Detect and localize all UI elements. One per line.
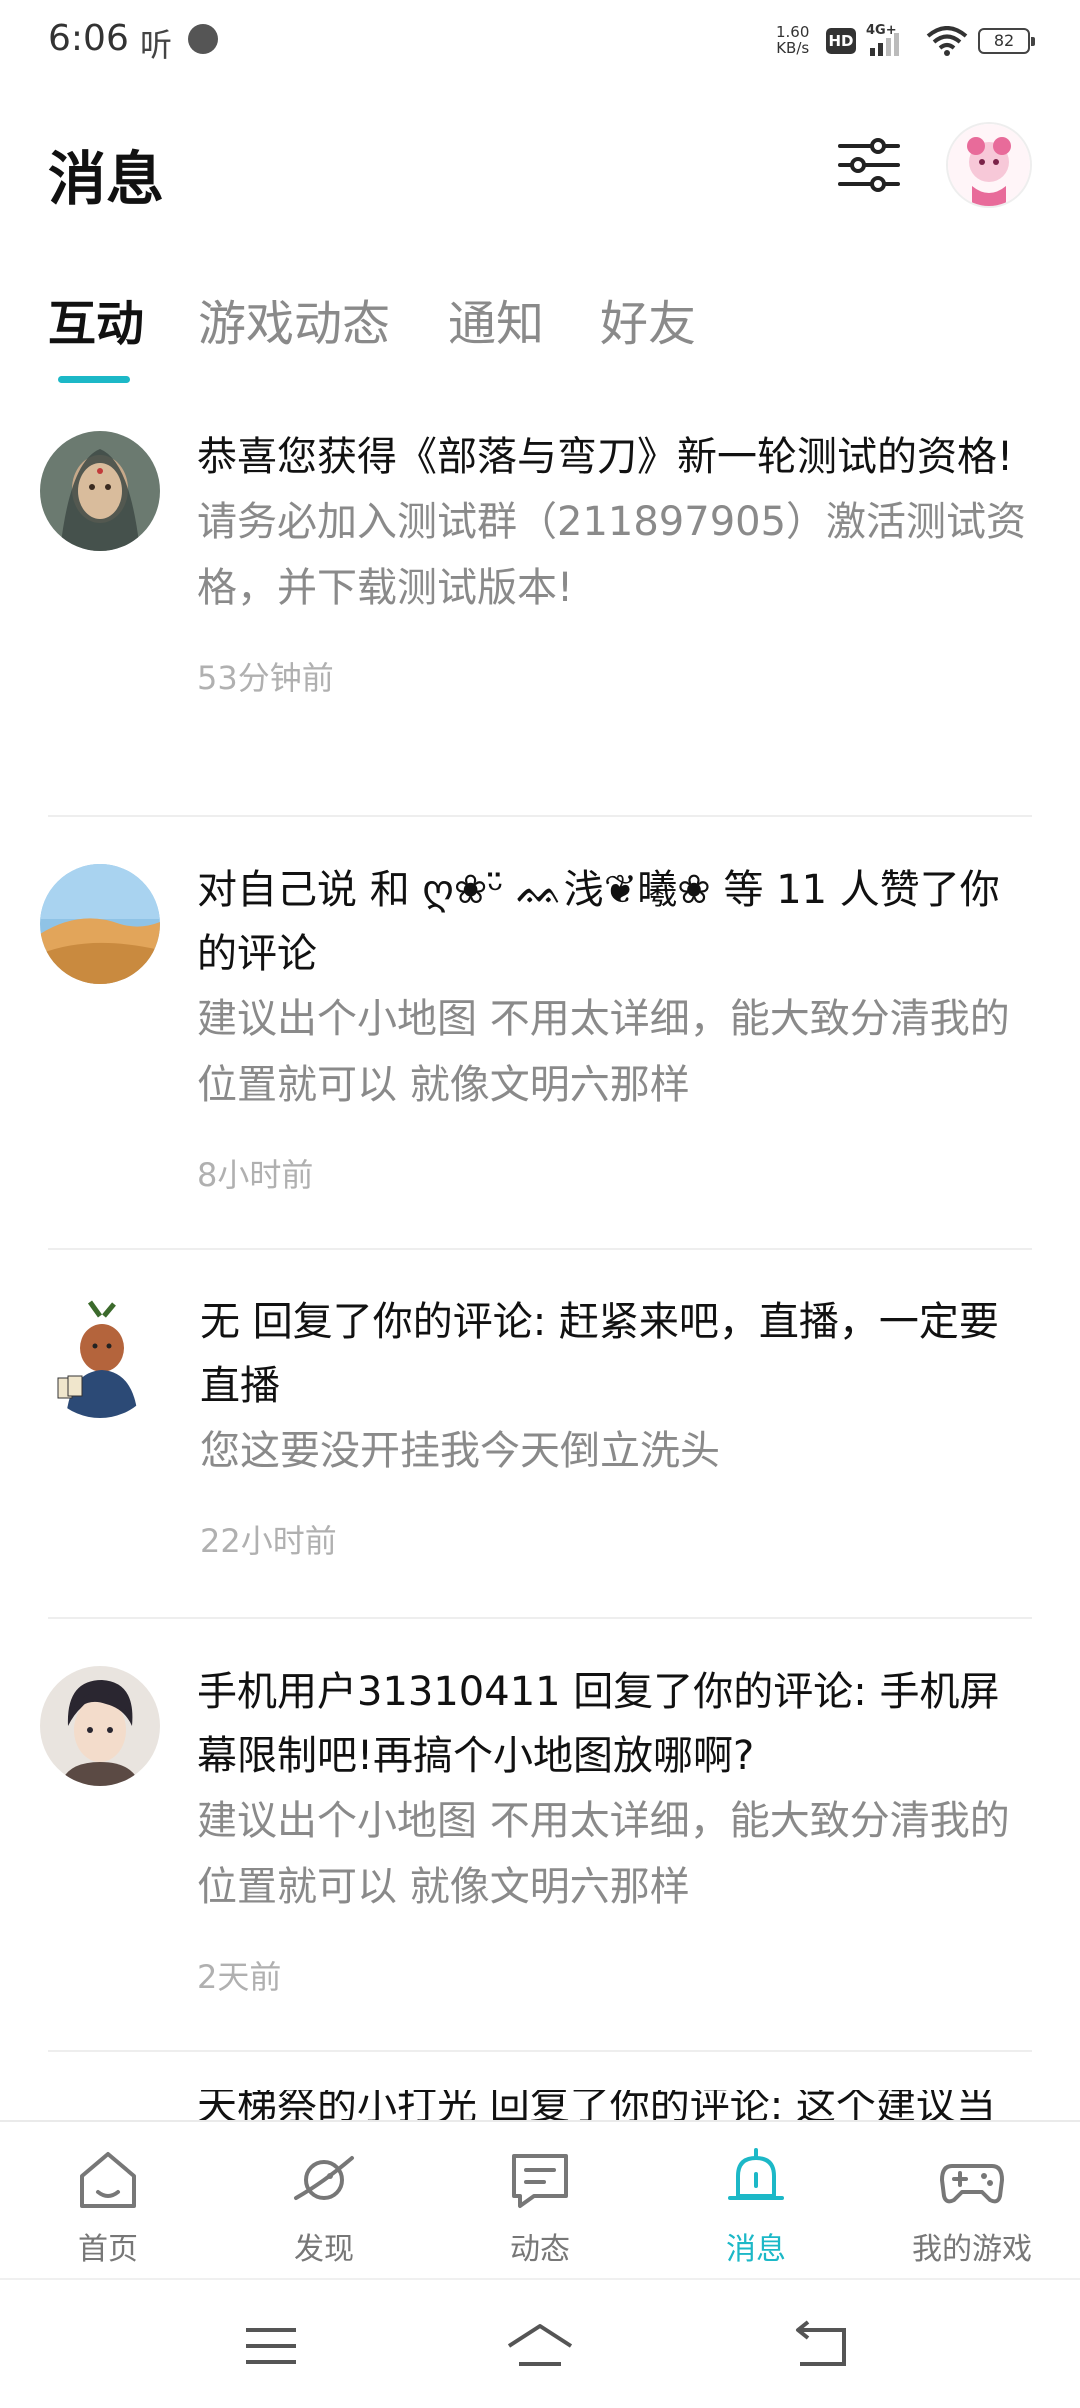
hd-icon: HD: [826, 28, 856, 54]
divider: [48, 815, 1032, 817]
nav-my-games[interactable]: 我的游戏: [864, 2122, 1080, 2280]
network-speed-value: 1.60: [776, 23, 810, 41]
message-title: 恭喜您获得《部落与弯刀》新一轮测试的资格!: [197, 434, 1014, 480]
page-title: 消息: [48, 145, 165, 213]
nav-home-label: 首页: [78, 2232, 138, 2267]
message-time: 8小时前: [197, 1156, 314, 1194]
tab-friends[interactable]: 好友: [600, 284, 696, 354]
tab-interaction[interactable]: 互动: [48, 284, 144, 354]
tab-notifications[interactable]: 通知: [448, 284, 544, 354]
wifi-icon: [926, 26, 968, 56]
message-card-icon: [512, 2154, 568, 2208]
network-speed: 1.60 KB/s: [776, 24, 809, 56]
message-title: 对自己说 和 ღ❀ᵕ̈ ᨐ浅❦曦❀ 等 11 人赞了你的评论: [197, 867, 1000, 977]
nav-feed[interactable]: 动态: [432, 2122, 648, 2280]
gamepad-icon: [940, 2164, 1004, 2204]
message-body: 建议出个小地图 不用太详细，能大致分清我的位置就可以 就像文明六那样: [197, 996, 1010, 1108]
status-bar: 6:06 听 1.60 KB/s HD 4G+ 82: [0, 0, 1080, 90]
bottom-navigation: 首页 发现 动态 消息 我的游戏: [0, 2120, 1080, 2278]
message-time: 22小时前: [200, 1522, 337, 1560]
divider: [48, 1248, 1032, 1250]
avatar[interactable]: [40, 864, 160, 984]
message-body: 您这要没开挂我今天倒立洗头: [200, 1428, 720, 1474]
signal-icon: 4G+: [866, 23, 899, 56]
message-content: 天梯祭的小打光 回复了你的评论: 这个建议当: [197, 2090, 1035, 2120]
filter-settings-icon[interactable]: [838, 134, 900, 196]
message-title: 无 回复了你的评论: 赶紧来吧，直播，一定要直播: [200, 1299, 999, 1409]
back-icon[interactable]: [786, 2316, 856, 2376]
avatar[interactable]: [40, 1298, 160, 1418]
notification-icon: [188, 24, 218, 54]
system-navigation-bar: [0, 2278, 1080, 2408]
status-time: 6:06: [48, 18, 129, 59]
message-content: 对自己说 和 ღ❀ᵕ̈ ᨐ浅❦曦❀ 等 11 人赞了你的评论 建议出个小地图 不…: [197, 858, 1035, 1196]
message-title: 天梯祭的小打光 回复了你的评论: 这个建议当: [197, 2090, 996, 2120]
bell-icon: [728, 2148, 784, 2200]
message-content: 无 回复了你的评论: 赶紧来吧，直播，一定要直播 您这要没开挂我今天倒立洗头 2…: [200, 1290, 1038, 1562]
nav-messages-label: 消息: [726, 2232, 786, 2267]
network-type-label: 4G+: [866, 23, 897, 38]
system-home-icon[interactable]: [505, 2316, 575, 2376]
planet-icon: [294, 2156, 354, 2200]
menu-icon[interactable]: [236, 2316, 306, 2376]
message-body: 建议出个小地图 不用太详细，能大致分清我的位置就可以 就像文明六那样: [197, 1798, 1010, 1910]
nav-discover-label: 发现: [294, 2232, 354, 2267]
divider: [48, 2050, 1032, 2052]
nav-my-games-label: 我的游戏: [912, 2232, 1032, 2267]
home-icon: [80, 2152, 136, 2208]
battery-icon: 82: [978, 28, 1035, 54]
message-time: 53分钟前: [197, 659, 334, 697]
message-content: 手机用户31310411 回复了你的评论: 手机屏幕限制吧!再搞个小地图放哪啊?…: [197, 1660, 1035, 1998]
message-item[interactable]: 天梯祭的小打光 回复了你的评论: 这个建议当: [0, 2090, 1080, 2120]
message-time: 2天前: [197, 1958, 282, 1996]
network-speed-unit: KB/s: [776, 39, 810, 57]
nav-discover[interactable]: 发现: [216, 2122, 432, 2280]
message-body: 请务必加入测试群（211897905）激活测试资格，并下载测试版本!: [197, 499, 1027, 611]
avatar[interactable]: [40, 1666, 160, 1786]
tab-game-updates[interactable]: 游戏动态: [198, 284, 390, 354]
user-avatar[interactable]: [946, 122, 1032, 208]
nav-feed-label: 动态: [510, 2232, 570, 2267]
nav-home[interactable]: 首页: [0, 2122, 216, 2280]
avatar[interactable]: [40, 431, 160, 551]
divider: [48, 1617, 1032, 1619]
active-tab-indicator: [58, 376, 130, 383]
message-title: 手机用户31310411 回复了你的评论: 手机屏幕限制吧!再搞个小地图放哪啊?: [197, 1669, 1000, 1779]
ting-app-icon: 听: [140, 26, 173, 64]
nav-messages[interactable]: 消息: [648, 2122, 864, 2280]
message-content: 恭喜您获得《部落与弯刀》新一轮测试的资格! 请务必加入测试群（211897905…: [197, 425, 1035, 699]
